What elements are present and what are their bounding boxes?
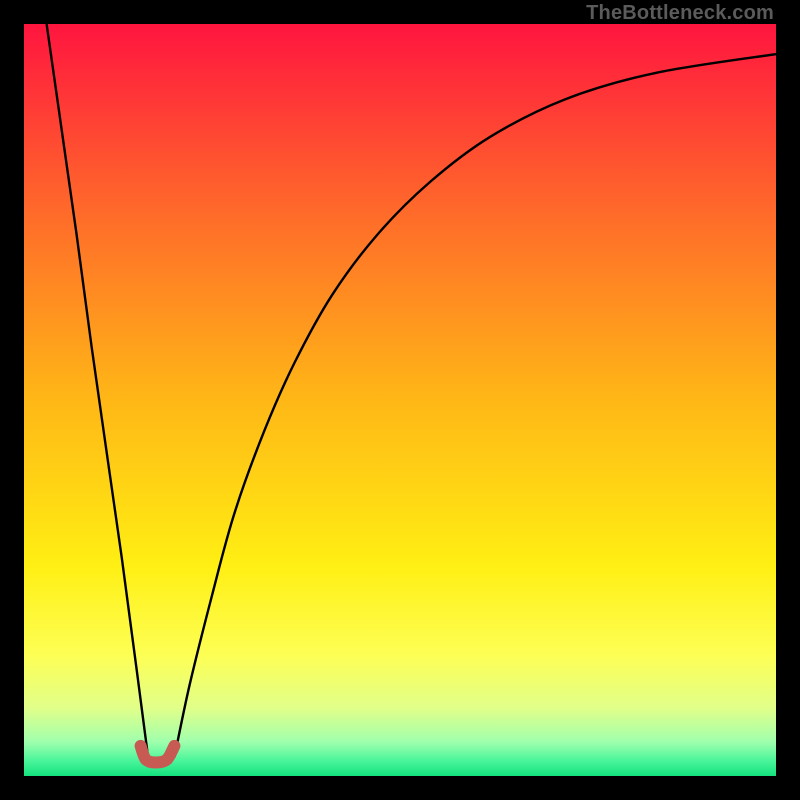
watermark-text: TheBottleneck.com bbox=[586, 2, 774, 25]
chart-frame bbox=[24, 24, 776, 776]
bottleneck-chart bbox=[24, 24, 776, 776]
